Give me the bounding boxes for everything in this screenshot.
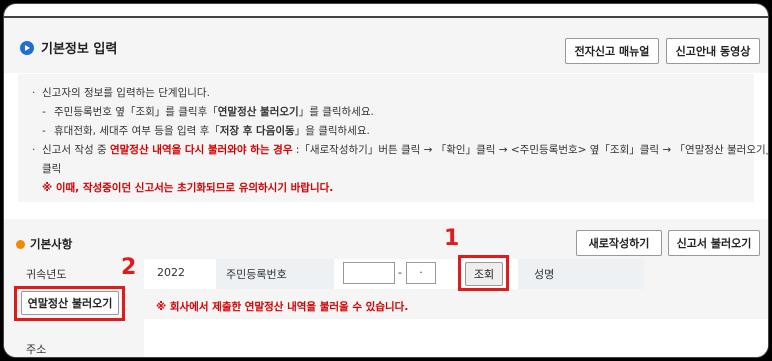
rrn-front-input[interactable]	[343, 262, 395, 284]
year-value: 2022	[157, 266, 185, 279]
label-name: 성명	[534, 268, 555, 281]
annotation-number-1: 1	[444, 226, 460, 251]
arrow-circle-icon	[20, 40, 34, 55]
label-year: 귀속년도	[26, 268, 67, 281]
new-write-button[interactable]: 새로작성하기	[576, 230, 662, 256]
load-warning: ※ 회사에서 제출한 연말정산 내역을 불러올 수 있습니다.	[156, 301, 409, 313]
notice-line-5: 클릭	[42, 163, 62, 175]
window-frame: 기본정보 입력 전자신고 매뉴얼 신고안내 동영상 · 신고자의 정보를 입력하는…	[4, 4, 768, 357]
notice-line-2: - 주민등록번호 옆「조회」를 클릭후「연말정산 불러오기」를 클릭하세요.	[42, 106, 374, 118]
bullet-icon	[16, 239, 25, 249]
annotation-number-2: 2	[121, 255, 137, 280]
highlight-box-1	[458, 255, 509, 291]
label-address: 주소	[26, 343, 47, 356]
notice-line-1: · 신고자의 정보를 입력하는 단계입니다.	[32, 87, 210, 99]
notice-box: · 신고자의 정보를 입력하는 단계입니다. - 주민등록번호 옆「조회」를 클릭후…	[18, 74, 768, 202]
manual-button[interactable]: 전자신고 매뉴얼	[565, 38, 659, 64]
rrn-back-input[interactable]: ·	[406, 262, 436, 284]
row-3-background	[144, 319, 768, 357]
notice-line-4: · 신고서 작성 중 연말정산 내역을 다시 불러와야 하는 경우 :「새로작성하…	[32, 144, 768, 156]
load-return-button[interactable]: 신고서 불러오기	[668, 230, 760, 256]
section-title-text: 기본정보 입력	[41, 42, 118, 57]
highlight-box-2	[14, 286, 125, 321]
section-title: 기본정보 입력	[20, 38, 117, 57]
rrn-separator: -	[398, 266, 402, 279]
label-rrn: 주민등록번호	[226, 268, 287, 281]
guide-video-button[interactable]: 신고안내 동영상	[666, 38, 760, 64]
notice-warning: ※ 이때, 작성중이던 신고서는 초기화되므로 유의하시기 바랍니다.	[42, 182, 334, 194]
basic-section-title: 기본사항	[16, 236, 72, 252]
basic-section-title-text: 기본사항	[30, 237, 73, 251]
notice-line-3: - 휴대전화, 세대주 여부 등을 입력 후「저장 후 다음이동」을 클릭하세요.	[42, 125, 370, 137]
